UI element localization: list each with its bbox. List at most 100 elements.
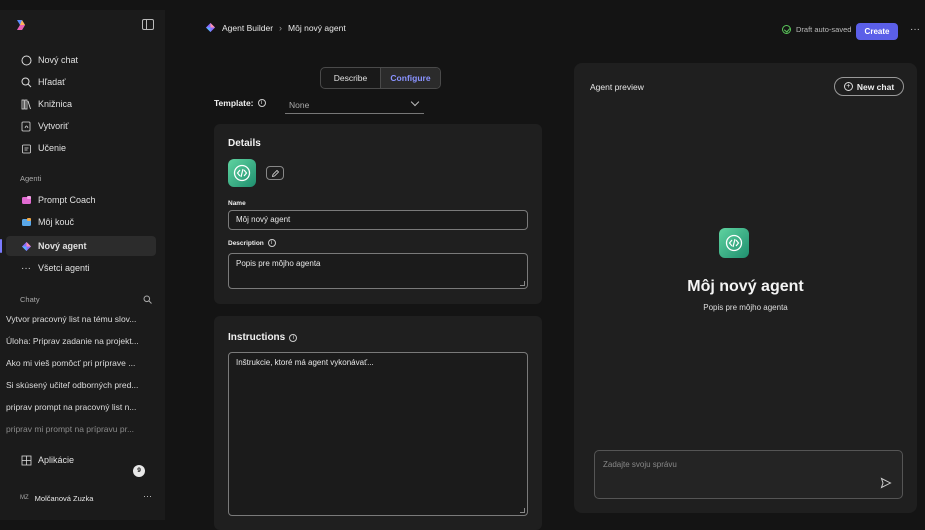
instructions-title-text: Instructions bbox=[228, 332, 286, 343]
toggle-sidebar-icon[interactable] bbox=[142, 19, 154, 30]
resize-handle-icon[interactable] bbox=[520, 281, 525, 286]
chat-history-item[interactable]: Vytvor pracovný list na tému slov... bbox=[6, 310, 161, 328]
agent-new-agent[interactable]: Nový agent bbox=[6, 236, 156, 256]
save-status-text: Draft auto-saved bbox=[796, 25, 852, 34]
create-button[interactable]: Create bbox=[856, 23, 898, 40]
agent-my-coach[interactable]: Môj kouč bbox=[6, 212, 156, 232]
name-field[interactable]: Môj nový agent bbox=[228, 210, 528, 230]
agent-gem-icon bbox=[20, 240, 32, 252]
nav-create[interactable]: Vytvoriť bbox=[6, 116, 156, 136]
chat-history-item[interactable]: Ako mi vieš pomôcť pri príprave ... bbox=[6, 354, 161, 372]
instructions-field[interactable]: Inštrukcie, ktoré má agent vykonávať... bbox=[228, 352, 528, 516]
main-area: Agent Builder › Môj nový agent Draft aut… bbox=[194, 10, 925, 530]
template-value: None bbox=[289, 99, 310, 110]
instructions-title: Instructions i bbox=[228, 332, 298, 343]
edit-icon-button[interactable] bbox=[266, 166, 284, 180]
preview-agent-description: Popis pre môjho agenta bbox=[703, 303, 788, 312]
template-label: Template: i bbox=[214, 98, 266, 108]
nav-new-chat[interactable]: Nový chat bbox=[6, 50, 156, 70]
chat-history-item[interactable]: priprav prompt na pracovný list n... bbox=[6, 398, 161, 416]
preview-agent-name: Môj nový agent bbox=[687, 278, 804, 295]
breadcrumb-root[interactable]: Agent Builder bbox=[222, 23, 273, 33]
agent-avatar-icon bbox=[719, 228, 749, 258]
breadcrumb: Agent Builder › Môj nový agent bbox=[205, 22, 346, 33]
nav-library[interactable]: Knižnica bbox=[6, 94, 156, 114]
apps-grid-icon bbox=[20, 454, 32, 466]
check-circle-icon bbox=[782, 25, 791, 34]
info-icon[interactable]: i bbox=[289, 333, 298, 342]
apps-count-badge: 9 bbox=[133, 465, 145, 477]
resize-handle-icon[interactable] bbox=[520, 508, 525, 513]
chat-history-item[interactable]: Si skúsený učiteľ odborných pred... bbox=[6, 376, 161, 394]
nav-label: Aplikácie bbox=[38, 455, 75, 465]
chat-bubble-icon bbox=[20, 54, 32, 66]
instructions-card: Instructions i Inštrukcie, ktoré má agen… bbox=[214, 316, 542, 530]
new-chat-button[interactable]: + New chat bbox=[834, 77, 904, 96]
chevron-down-icon bbox=[410, 97, 420, 107]
message-placeholder: Zadajte svoju správu bbox=[603, 460, 677, 469]
template-dropdown[interactable]: None bbox=[285, 96, 424, 114]
description-text: Popis pre môjho agenta bbox=[236, 259, 321, 268]
breadcrumb-separator: › bbox=[279, 22, 283, 33]
new-chat-label: New chat bbox=[856, 81, 895, 92]
copilot-logo-icon[interactable] bbox=[14, 18, 28, 32]
sidebar: Nový chat Hľadať Knižnica Vytvoriť Učeni… bbox=[0, 10, 165, 520]
chats-section-label: Chaty bbox=[20, 295, 40, 304]
description-label-text: Description bbox=[228, 239, 264, 247]
chat-history-item[interactable]: Úloha: Priprav zadanie na projekt... bbox=[6, 332, 161, 350]
breadcrumb-current: Môj nový agent bbox=[288, 22, 346, 33]
agents-section-label: Agenti bbox=[20, 174, 42, 183]
agent-label: Prompt Coach bbox=[38, 195, 96, 205]
agent-avatar-icon[interactable] bbox=[228, 159, 256, 187]
agent-prompt-coach[interactable]: Prompt Coach bbox=[6, 190, 156, 210]
tab-configure[interactable]: Configure bbox=[380, 68, 440, 88]
mode-switch: Describe Configure bbox=[320, 67, 441, 89]
agent-label: Nový agent bbox=[38, 241, 87, 251]
prompt-coach-icon bbox=[20, 194, 32, 206]
preview-title: Agent preview bbox=[590, 82, 644, 92]
pencil-icon bbox=[271, 169, 279, 177]
new-chat-icon: + bbox=[843, 82, 853, 91]
agent-preview-panel: Agent preview + New chat Môj nový agent … bbox=[574, 63, 917, 513]
nav-learning[interactable]: Učenie bbox=[6, 138, 156, 158]
instructions-text: Inštrukcie, ktoré má agent vykonávať... bbox=[236, 358, 374, 367]
agent-gem-icon bbox=[206, 23, 215, 32]
nav-label: Hľadať bbox=[38, 77, 66, 87]
user-name: Molčanová Zuzka bbox=[34, 493, 94, 503]
send-icon[interactable] bbox=[880, 477, 892, 489]
save-status: Draft auto-saved bbox=[782, 25, 851, 34]
info-icon[interactable]: i bbox=[257, 99, 266, 107]
message-input[interactable]: Zadajte svoju správu bbox=[594, 450, 903, 499]
app-window: Nový chat Hľadať Knižnica Vytvoriť Učeni… bbox=[0, 0, 925, 530]
learning-icon bbox=[20, 142, 32, 154]
agent-label: Môj kouč bbox=[38, 217, 75, 227]
more-icon: ··· bbox=[21, 262, 31, 274]
search-icon bbox=[20, 76, 32, 88]
sidebar-header bbox=[0, 10, 165, 40]
nav-search[interactable]: Hľadať bbox=[6, 72, 156, 92]
avatar: MZ bbox=[20, 495, 29, 501]
description-label: Description i bbox=[228, 239, 276, 247]
more-options-icon[interactable]: ··· bbox=[910, 24, 920, 35]
details-card: Details Name Môj nový agent Description … bbox=[214, 124, 542, 304]
user-profile[interactable]: MZ Molčanová Zuzka ··· bbox=[20, 488, 160, 508]
details-title: Details bbox=[228, 138, 261, 149]
create-icon bbox=[20, 120, 32, 132]
info-icon[interactable]: i bbox=[267, 239, 276, 247]
top-bar: Agent Builder › Môj nový agent Draft aut… bbox=[194, 10, 925, 46]
search-chats-icon[interactable] bbox=[143, 295, 152, 306]
chat-history-item[interactable]: priprav mi prompt na prípravu pr... bbox=[6, 420, 161, 438]
template-label-text: Template: bbox=[214, 98, 254, 108]
agent-label: Všetci agenti bbox=[38, 263, 90, 273]
nav-label: Knižnica bbox=[38, 99, 73, 109]
user-more-icon[interactable]: ··· bbox=[143, 491, 152, 501]
name-label: Name bbox=[228, 200, 246, 207]
library-icon bbox=[20, 98, 32, 110]
nav-label: Vytvoriť bbox=[38, 121, 69, 131]
agent-all-agents[interactable]: ··· Všetci agenti bbox=[6, 258, 156, 278]
nav-label: Nový chat bbox=[38, 55, 79, 65]
tab-describe[interactable]: Describe bbox=[321, 68, 380, 88]
coach-icon bbox=[20, 216, 32, 228]
active-indicator bbox=[0, 239, 2, 253]
description-field[interactable]: Popis pre môjho agenta bbox=[228, 253, 528, 289]
